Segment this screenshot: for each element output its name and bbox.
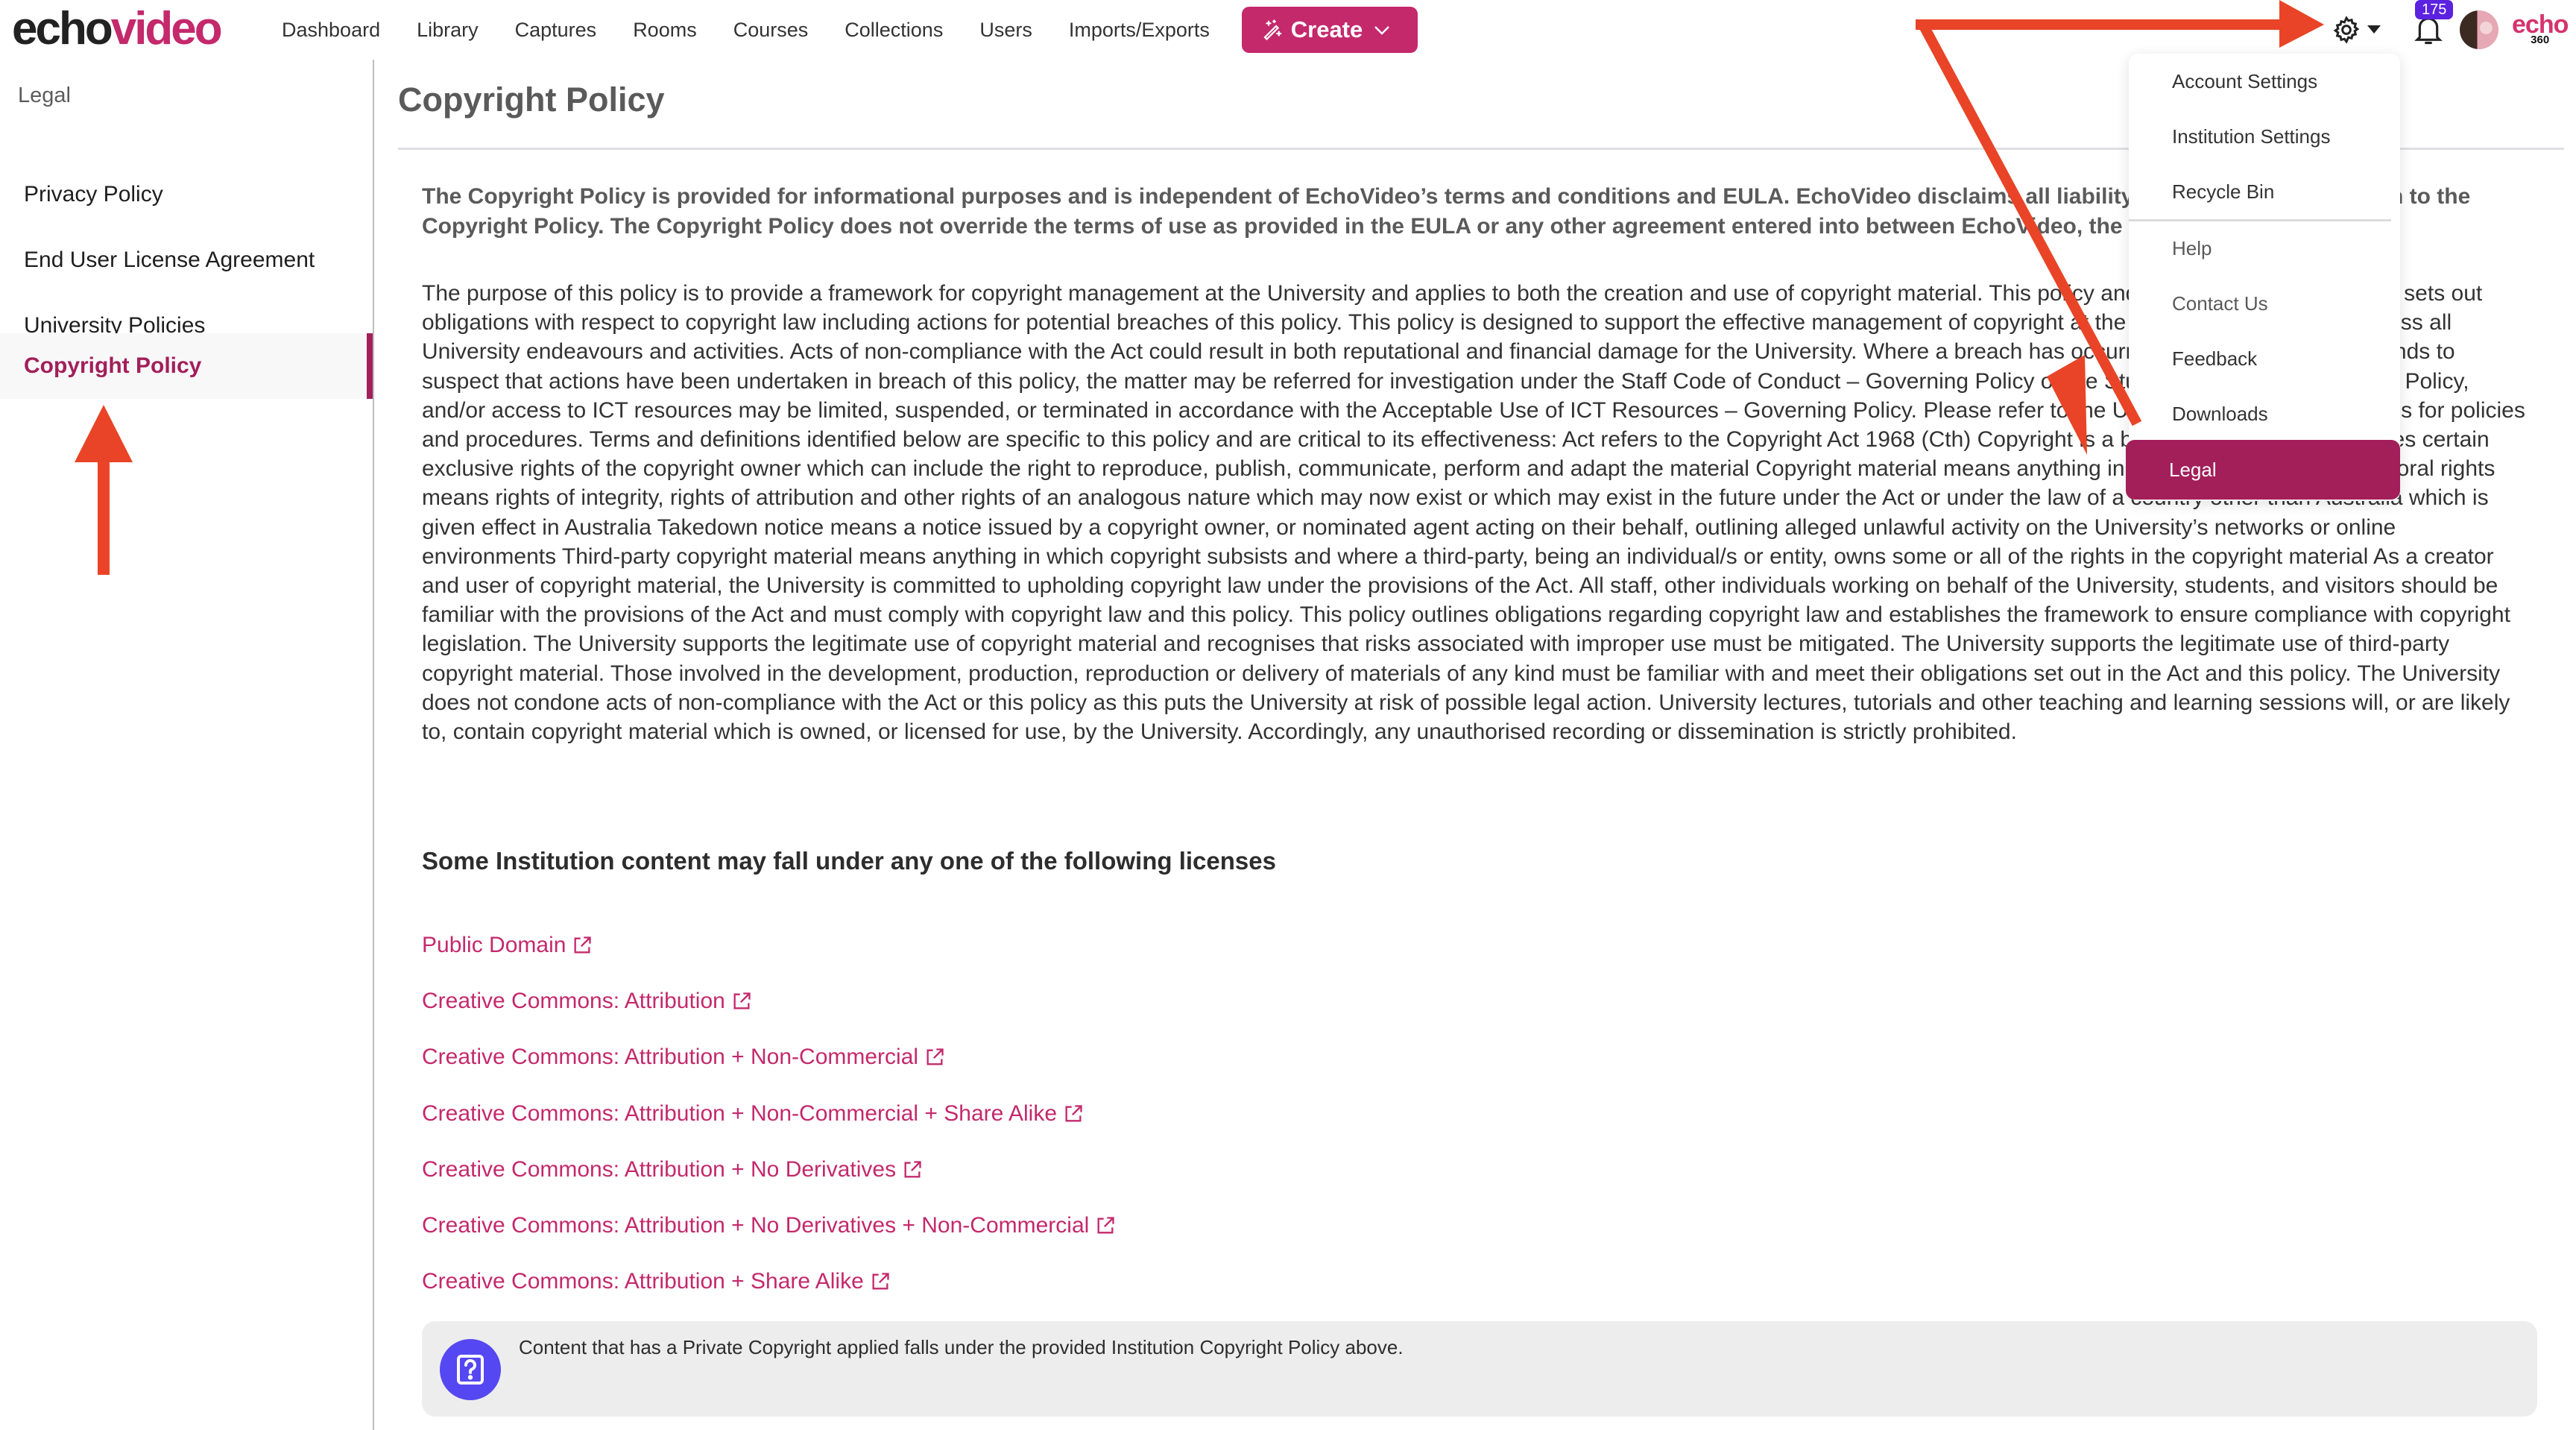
create-button-label: Create [1290,16,1363,42]
echovideo-logo[interactable]: echovideo [12,3,223,55]
create-button[interactable]: Create [1242,7,1418,53]
nav-users[interactable]: Users [979,19,1032,42]
logo-text-echo: echo [12,3,113,54]
private-copyright-note: Content that has a Private Copyright app… [422,1321,2537,1417]
license-link-cc-by-nd[interactable]: Creative Commons: Attribution + No Deriv… [422,1141,1116,1197]
license-link-cc-by[interactable]: Creative Commons: Attribution [422,973,1116,1029]
private-copyright-note-text: Content that has a Private Copyright app… [519,1336,1404,1358]
menu-item-help[interactable]: Help [2129,221,2400,276]
magic-wand-icon [1263,19,1282,41]
external-link-icon [733,992,751,1009]
main-nav: Dashboard Library Captures Rooms Courses… [282,0,1246,60]
nav-library[interactable]: Library [417,19,479,42]
menu-item-contact-us[interactable]: Contact Us [2129,276,2400,331]
user-avatar[interactable] [2460,10,2498,49]
menu-item-feedback[interactable]: Feedback [2129,331,2400,386]
license-link-label: Creative Commons: Attribution + Non-Comm… [422,1045,919,1070]
logo-text-video: video [110,3,223,54]
license-link-label: Creative Commons: Attribution + Share Al… [422,1269,864,1294]
external-link-icon [1097,1217,1114,1234]
external-link-icon [872,1273,889,1290]
license-link-public-domain[interactable]: Public Domain [422,917,1116,973]
license-link-cc-by-nc[interactable]: Creative Commons: Attribution + Non-Comm… [422,1030,1116,1086]
nav-rooms[interactable]: Rooms [633,19,697,42]
licenses-heading: Some Institution content may fall under … [422,847,1276,875]
external-link-icon [904,1161,921,1178]
menu-item-recycle-bin[interactable]: Recycle Bin [2129,164,2400,219]
top-navigation-bar: echovideo Dashboard Library Captures Roo… [0,0,2576,60]
license-link-label: Public Domain [422,932,566,957]
settings-dropdown-menu: Account Settings Institution Settings Re… [2126,54,2400,501]
external-link-icon [574,936,592,954]
license-link-cc-by-nc-sa[interactable]: Creative Commons: Attribution + Non-Comm… [422,1086,1116,1141]
license-link-label: Creative Commons: Attribution + No Deriv… [422,1156,897,1182]
menu-item-account-settings[interactable]: Account Settings [2129,54,2400,109]
license-link-cc-by-nd-nc[interactable]: Creative Commons: Attribution + No Deriv… [422,1197,1116,1253]
question-box-icon [440,1339,501,1400]
sidebar-item-copyright-policy[interactable]: Copyright Policy [0,333,373,399]
menu-item-legal[interactable]: Legal [2126,440,2400,500]
caret-down-icon[interactable] [2367,25,2381,34]
nav-captures[interactable]: Captures [515,19,597,42]
legal-sidebar: Legal Privacy Policy End User License Ag… [0,60,374,1430]
menu-item-downloads[interactable]: Downloads [2129,386,2400,441]
echo360-logo: echo 360 [2512,12,2569,45]
external-link-icon [1065,1104,1082,1122]
gear-icon[interactable] [2332,15,2361,45]
page-title: Copyright Policy [398,81,665,119]
nav-dashboard[interactable]: Dashboard [282,19,380,42]
sidebar-item-privacy-policy[interactable]: Privacy Policy [0,162,373,227]
license-link-label: Creative Commons: Attribution + Non-Comm… [422,1100,1058,1126]
license-link-cc-by-sa[interactable]: Creative Commons: Attribution + Share Al… [422,1254,1116,1310]
chevron-down-icon [1374,26,1390,35]
nav-imports-exports[interactable]: Imports/Exports [1069,19,1210,42]
license-link-label: Creative Commons: Attribution [422,988,725,1013]
nav-courses[interactable]: Courses [733,19,809,42]
external-link-icon [926,1048,944,1065]
sidebar-item-eula[interactable]: End User License Agreement [0,227,373,293]
license-link-label: Creative Commons: Attribution + No Deriv… [422,1213,1090,1238]
license-list: Public Domain Creative Commons: Attribut… [422,917,1116,1310]
sidebar-heading: Legal [18,84,71,107]
menu-item-institution-settings[interactable]: Institution Settings [2129,109,2400,164]
nav-collections[interactable]: Collections [845,19,943,42]
notification-count-badge[interactable]: 175 [2415,0,2454,19]
